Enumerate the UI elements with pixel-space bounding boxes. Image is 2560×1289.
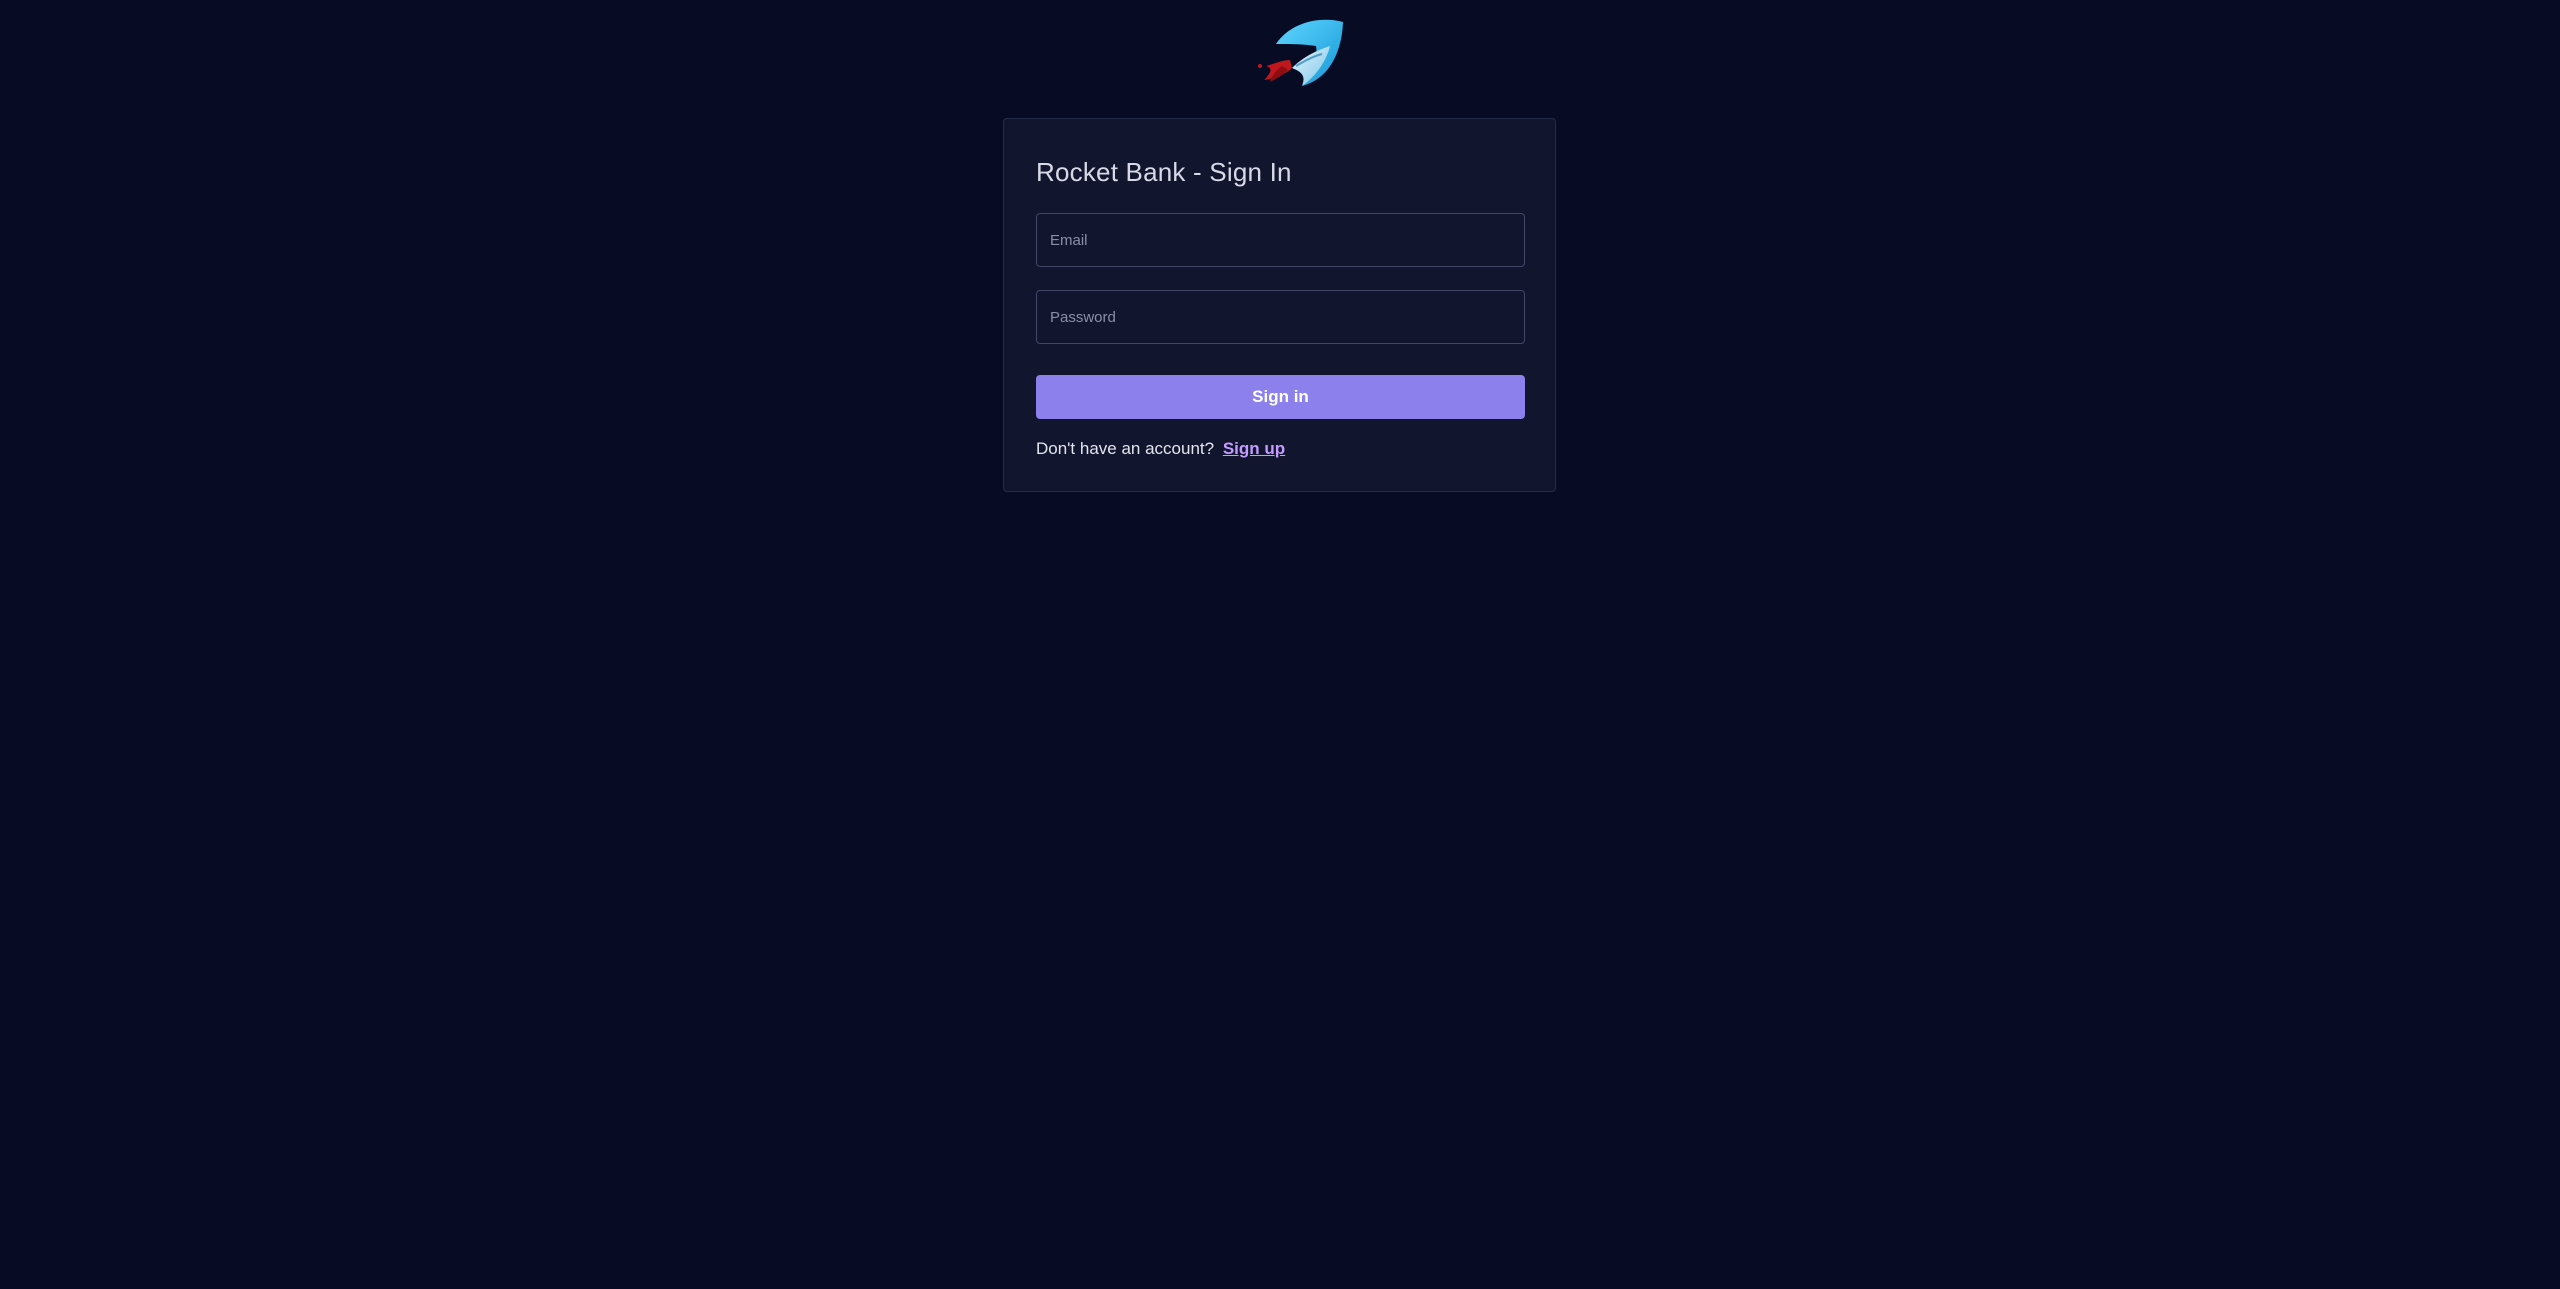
password-field[interactable] — [1036, 290, 1525, 344]
sign-in-button[interactable]: Sign in — [1036, 375, 1525, 419]
email-field[interactable] — [1036, 213, 1525, 267]
no-account-text: Don't have an account? — [1036, 439, 1215, 458]
sign-in-card: Rocket Bank - Sign In Sign in Don't have… — [1003, 118, 1556, 492]
signup-prompt: Don't have an account? Sign up — [1036, 439, 1285, 459]
sign-up-link[interactable]: Sign up — [1223, 439, 1285, 458]
sign-in-page: Rocket Bank - Sign In Sign in Don't have… — [0, 0, 2560, 1289]
rocket-logo-icon — [1258, 19, 1343, 86]
page-title: Rocket Bank - Sign In — [1036, 157, 1292, 187]
